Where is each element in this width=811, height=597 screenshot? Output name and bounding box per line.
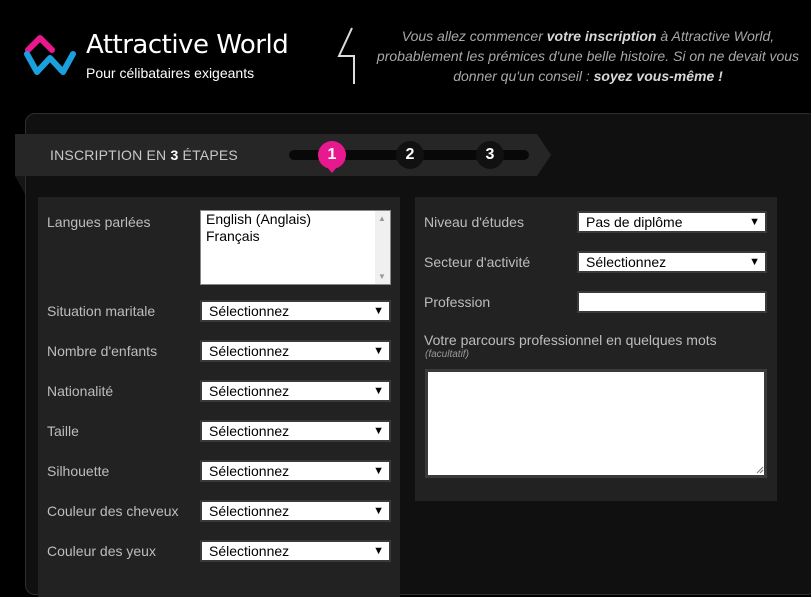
children-count-label: Nombre d'enfants	[47, 343, 158, 359]
logo-icon	[24, 35, 76, 75]
silhouette-select[interactable]: Sélectionnez ▼	[200, 460, 391, 482]
dropdown-arrow-icon: ▼	[373, 385, 384, 397]
hair-color-label: Couleur des cheveux	[47, 503, 179, 519]
dropdown-arrow-icon: ▼	[373, 425, 384, 437]
step-3[interactable]: 3	[476, 141, 504, 169]
intro-emphasis: votre inscription	[546, 28, 657, 44]
career-optional-hint: (facultatif)	[425, 349, 469, 360]
hair-color-select[interactable]: Sélectionnez ▼	[200, 500, 391, 522]
height-select[interactable]: Sélectionnez ▼	[200, 420, 391, 442]
dropdown-arrow-icon: ▼	[373, 305, 384, 317]
sector-select[interactable]: Sélectionnez ▼	[577, 251, 767, 273]
languages-listbox[interactable]: English (Anglais) Français ▲ ▼	[200, 210, 391, 285]
career-label: Votre parcours professionnel en quelques…	[424, 332, 717, 348]
brand-logo[interactable]: Attractive World Pour célibataires exige…	[24, 30, 289, 86]
brand-tagline: Pour célibataires exigeants	[86, 65, 255, 81]
dropdown-arrow-icon: ▼	[373, 465, 384, 477]
nationality-label: Nationalité	[47, 383, 114, 399]
step-2[interactable]: 2	[396, 141, 424, 169]
language-option[interactable]: English (Anglais)	[201, 211, 390, 228]
children-count-select[interactable]: Sélectionnez ▼	[200, 340, 391, 362]
nationality-select[interactable]: Sélectionnez ▼	[200, 380, 391, 402]
ribbon-arrow	[537, 134, 551, 176]
intro-text: Vous allez commencer votre inscription à…	[376, 28, 800, 84]
eye-color-select[interactable]: Sélectionnez ▼	[200, 540, 391, 562]
listbox-scrollbar[interactable]: ▲ ▼	[375, 211, 390, 284]
resize-grip-icon[interactable]	[756, 466, 764, 474]
scroll-down-icon[interactable]: ▼	[378, 272, 386, 281]
silhouette-label: Silhouette	[47, 463, 110, 479]
dropdown-arrow-icon: ▼	[373, 505, 384, 517]
active-step-pointer	[327, 167, 337, 173]
education-label: Niveau d'études	[424, 214, 524, 230]
height-label: Taille	[47, 423, 79, 439]
scroll-up-icon[interactable]: ▲	[378, 214, 386, 223]
marital-status-label: Situation maritale	[47, 303, 156, 319]
dropdown-arrow-icon: ▼	[373, 545, 384, 557]
lightning-divider-icon	[337, 27, 355, 84]
career-textarea[interactable]	[425, 369, 767, 478]
education-select[interactable]: Pas de diplôme ▼	[577, 211, 767, 233]
intro-advice: soyez vous-même !	[593, 68, 723, 84]
brand-name: Attractive World	[86, 30, 289, 60]
marital-status-select[interactable]: Sélectionnez ▼	[200, 300, 391, 322]
language-option[interactable]: Français	[201, 228, 390, 245]
dropdown-arrow-icon: ▼	[749, 256, 760, 268]
steps-title: INSCRIPTION EN 3 ÉTAPES	[50, 147, 238, 163]
dropdown-arrow-icon: ▼	[749, 216, 760, 228]
step-1[interactable]: 1	[318, 141, 346, 169]
profession-input[interactable]	[577, 291, 767, 313]
ribbon-fold	[15, 176, 25, 194]
eye-color-label: Couleur des yeux	[47, 543, 156, 559]
sector-label: Secteur d'activité	[424, 254, 531, 270]
profession-label: Profession	[424, 294, 491, 310]
dropdown-arrow-icon: ▼	[373, 345, 384, 357]
languages-label: Langues parlées	[47, 214, 151, 230]
